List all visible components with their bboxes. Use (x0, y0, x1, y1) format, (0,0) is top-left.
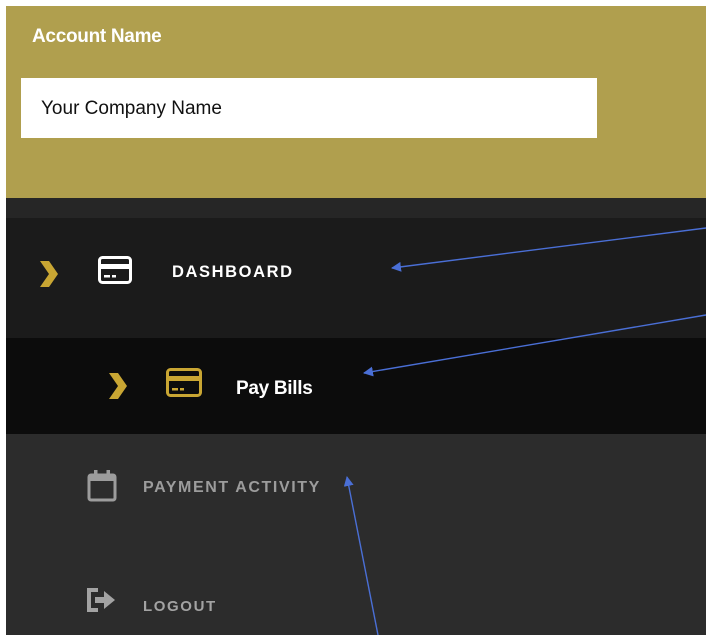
screenshot-frame: Account Name Your Company Name DASHBOARD (6, 6, 706, 635)
sidebar-menu: DASHBOARD Pay Bills PAYMENT ACTIVITY LOG… (6, 218, 706, 635)
account-header: Account Name Your Company Name (6, 6, 706, 198)
company-name-field[interactable]: Your Company Name (21, 78, 597, 138)
sidebar-item-label: LOGOUT (143, 598, 217, 615)
credit-card-icon (166, 368, 202, 397)
sidebar-item-dashboard[interactable]: DASHBOARD (6, 218, 706, 338)
logout-icon (87, 588, 115, 612)
sidebar-lower-section: PAYMENT ACTIVITY LOGOUT (6, 434, 706, 635)
sidebar-subitem-pay-bills[interactable]: Pay Bills (6, 338, 706, 434)
sidebar-item-label: DASHBOARD (172, 263, 294, 281)
credit-card-icon (98, 256, 132, 284)
chevron-right-icon (40, 261, 58, 287)
sidebar-item-payment-activity[interactable]: PAYMENT ACTIVITY (6, 434, 706, 554)
sidebar-item-logout[interactable]: LOGOUT (6, 554, 706, 635)
menu-top-band (6, 198, 706, 218)
account-name-label: Account Name (32, 26, 162, 47)
chevron-right-icon (109, 373, 127, 399)
sidebar-item-label: PAYMENT ACTIVITY (143, 479, 321, 496)
sidebar-subitem-label: Pay Bills (236, 378, 313, 399)
calendar-icon (87, 470, 117, 502)
company-name-value: Your Company Name (41, 98, 222, 119)
